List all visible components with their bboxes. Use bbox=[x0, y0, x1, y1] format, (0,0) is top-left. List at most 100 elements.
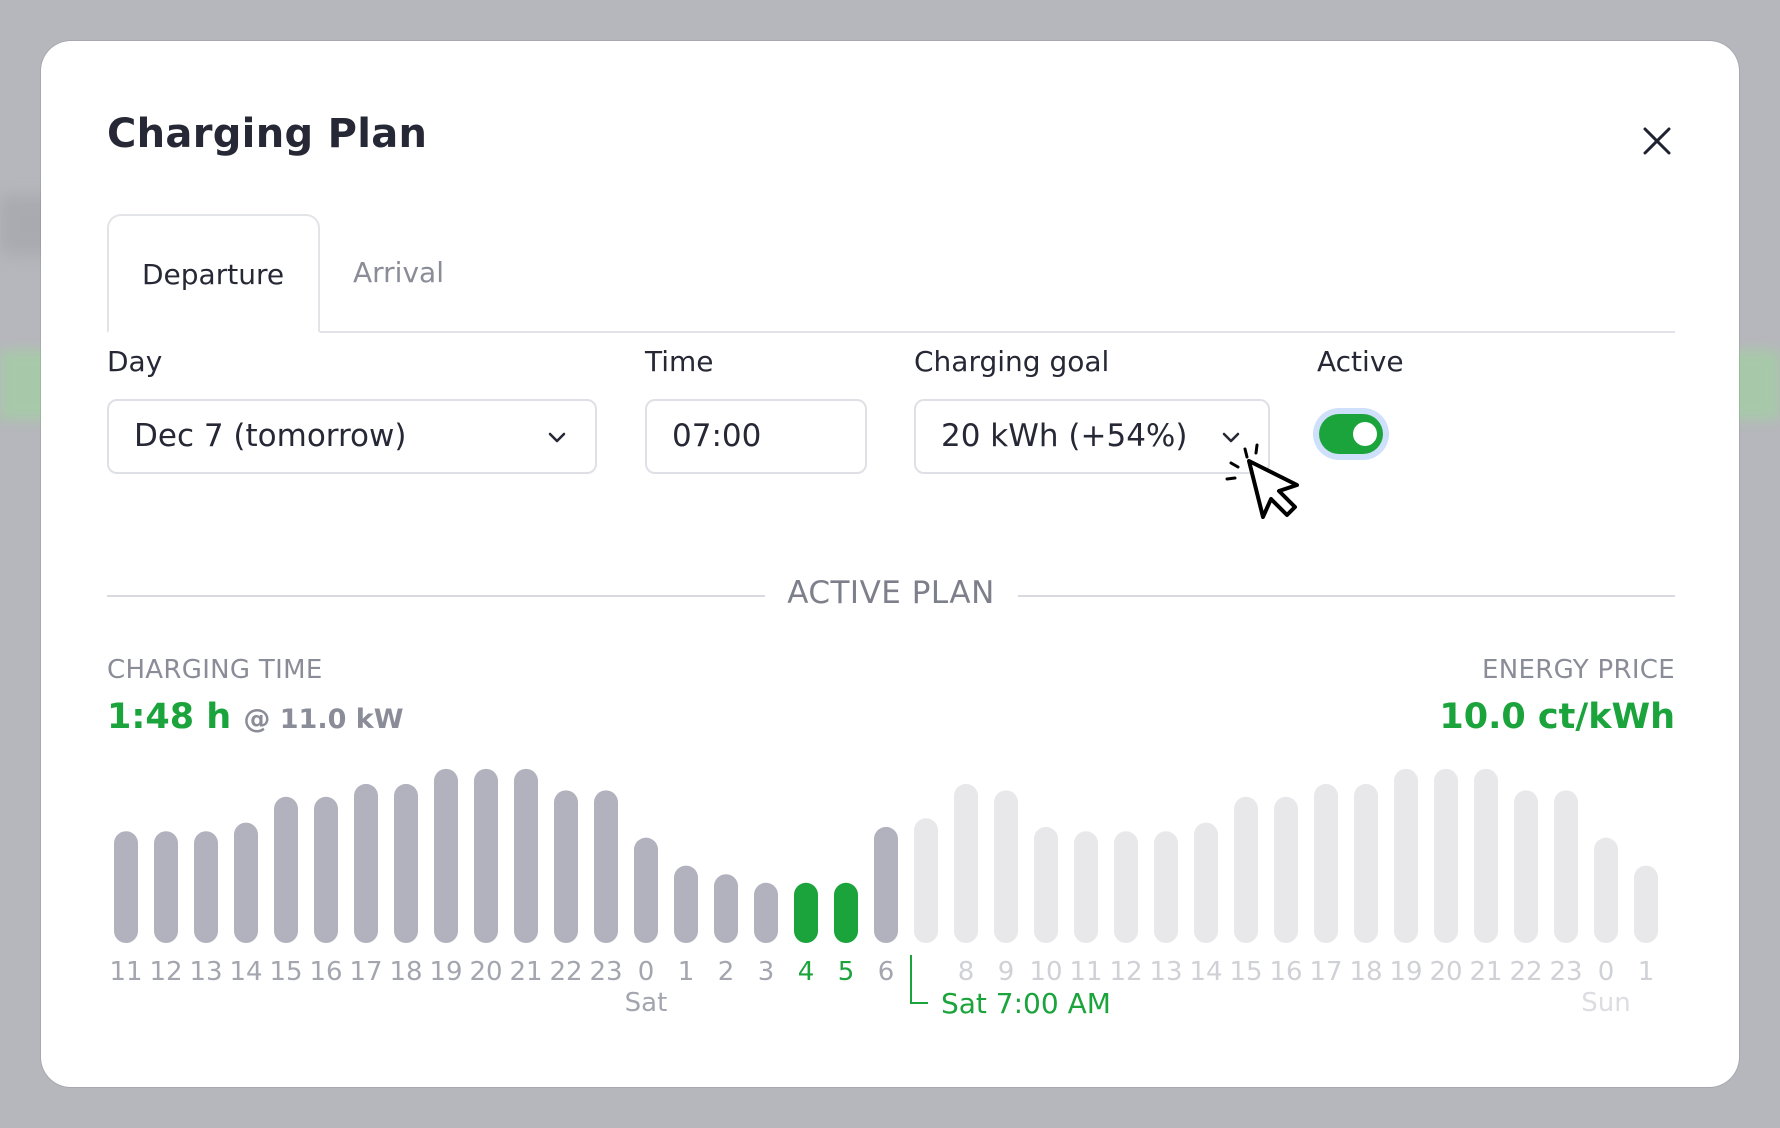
price-bar[interactable] bbox=[154, 831, 178, 943]
hour-tick-label: 22 bbox=[549, 957, 582, 987]
price-bar[interactable] bbox=[354, 783, 378, 943]
price-bar[interactable] bbox=[754, 882, 778, 943]
price-bar[interactable] bbox=[114, 831, 138, 943]
price-bar[interactable] bbox=[234, 822, 258, 943]
price-bar[interactable] bbox=[274, 796, 298, 943]
price-bar[interactable] bbox=[1194, 822, 1218, 943]
price-bar[interactable] bbox=[434, 768, 458, 943]
hour-tick-label: 0 bbox=[1598, 957, 1615, 987]
hour-tick-label: 13 bbox=[189, 957, 222, 987]
price-bar[interactable] bbox=[834, 882, 858, 943]
charging-time-value: 1:48 h @ 11.0 kW bbox=[107, 697, 404, 737]
hour-tick-label: 20 bbox=[1429, 957, 1462, 987]
hour-tick-label: 9 bbox=[998, 957, 1015, 987]
hour-tick-label: 22 bbox=[1509, 957, 1542, 987]
price-bar[interactable] bbox=[1114, 831, 1138, 943]
hour-tick-label: 17 bbox=[1309, 957, 1342, 987]
price-bar[interactable] bbox=[594, 790, 618, 943]
charging-power: @ 11.0 kW bbox=[243, 704, 404, 735]
energy-price-label: ENERGY PRICE bbox=[1482, 655, 1675, 685]
price-bar[interactable] bbox=[1034, 826, 1058, 943]
hour-tick-label: 5 bbox=[838, 957, 855, 987]
charging-goal-value: 20 kWh (+54%) bbox=[941, 418, 1188, 454]
charging-plan-modal: Charging Plan Departure Arrival Day Dec … bbox=[41, 41, 1739, 1087]
day-value: Dec 7 (tomorrow) bbox=[134, 418, 407, 454]
price-bar[interactable] bbox=[1514, 790, 1538, 943]
price-bar[interactable] bbox=[994, 790, 1018, 943]
price-bar[interactable] bbox=[914, 818, 938, 943]
time-value: 07:00 bbox=[672, 418, 762, 454]
price-bar[interactable] bbox=[514, 768, 538, 943]
day-label: Day bbox=[107, 345, 163, 378]
price-bar[interactable] bbox=[194, 831, 218, 943]
price-bar[interactable] bbox=[1594, 837, 1618, 943]
tab-arrival[interactable]: Arrival bbox=[320, 214, 477, 333]
price-bar[interactable] bbox=[1434, 768, 1458, 943]
departure-marker-label: Sat 7:00 AM bbox=[941, 987, 1111, 1020]
hour-tick-label: 3 bbox=[758, 957, 775, 987]
hour-tick-label: 23 bbox=[1549, 957, 1582, 987]
toggle-track bbox=[1319, 414, 1383, 454]
day-label: Sat bbox=[625, 988, 668, 1018]
day-label: Sun bbox=[1581, 988, 1630, 1018]
price-bar[interactable] bbox=[314, 796, 338, 943]
active-toggle[interactable] bbox=[1313, 408, 1389, 460]
tab-departure[interactable]: Departure bbox=[107, 214, 320, 333]
pointer-cursor-icon bbox=[1225, 443, 1299, 519]
hour-tick-label: 12 bbox=[149, 957, 182, 987]
hour-tick-label: 2 bbox=[718, 957, 735, 987]
hour-tick-label: 18 bbox=[389, 957, 422, 987]
active-plan-heading: ACTIVE PLAN bbox=[787, 575, 995, 611]
hour-tick-label: 14 bbox=[229, 957, 262, 987]
price-bar[interactable] bbox=[394, 783, 418, 943]
hour-tick-label: 12 bbox=[1109, 957, 1142, 987]
time-label: Time bbox=[645, 345, 714, 378]
active-label: Active bbox=[1317, 345, 1404, 378]
tab-bar: Departure Arrival bbox=[107, 214, 1675, 333]
price-bar[interactable] bbox=[634, 837, 658, 943]
hour-tick-label: 21 bbox=[509, 957, 542, 987]
price-bar[interactable] bbox=[714, 874, 738, 943]
price-bar[interactable] bbox=[1474, 768, 1498, 943]
active-plan-divider: ACTIVE PLAN bbox=[107, 575, 1675, 615]
price-bar[interactable] bbox=[474, 768, 498, 943]
hour-tick-label: 11 bbox=[109, 957, 142, 987]
charging-goal-label: Charging goal bbox=[914, 345, 1110, 378]
hour-tick-label: 1 bbox=[678, 957, 695, 987]
hour-tick-label: 16 bbox=[309, 957, 342, 987]
price-bar[interactable] bbox=[1234, 796, 1258, 943]
close-button[interactable] bbox=[1632, 116, 1682, 166]
price-bar[interactable] bbox=[954, 783, 978, 943]
price-bar[interactable] bbox=[874, 826, 898, 943]
hour-tick-label: 4 bbox=[798, 957, 815, 987]
price-bar[interactable] bbox=[1274, 796, 1298, 943]
price-bar[interactable] bbox=[674, 865, 698, 943]
hour-tick-label: 0 bbox=[638, 957, 655, 987]
price-bar[interactable] bbox=[1554, 790, 1578, 943]
hour-tick-label: 15 bbox=[269, 957, 302, 987]
price-bar-chart: 11 12 13 14 15 16 17 18 19 20 21 22 23 0 1 2 3 4 5 6 8 9 10 11 1… bbox=[109, 768, 1658, 1020]
price-bar[interactable] bbox=[1394, 768, 1418, 943]
chevron-down-icon bbox=[548, 432, 566, 443]
price-bar[interactable] bbox=[1314, 783, 1338, 943]
hour-tick-label: 19 bbox=[1389, 957, 1422, 987]
close-icon bbox=[1643, 127, 1671, 155]
toggle-knob bbox=[1353, 422, 1377, 446]
price-bar[interactable] bbox=[1634, 865, 1658, 943]
departure-marker-line bbox=[910, 955, 928, 1004]
hour-tick-label: 23 bbox=[589, 957, 622, 987]
price-bar[interactable] bbox=[1354, 783, 1378, 943]
hour-tick-label: 1 bbox=[1638, 957, 1655, 987]
hour-tick-label: 18 bbox=[1349, 957, 1382, 987]
time-input[interactable]: 07:00 bbox=[645, 399, 867, 474]
day-select[interactable]: Dec 7 (tomorrow) bbox=[107, 399, 597, 474]
hour-tick-label: 14 bbox=[1189, 957, 1222, 987]
hour-tick-label: 17 bbox=[349, 957, 382, 987]
hour-tick-label: 19 bbox=[429, 957, 462, 987]
price-bar[interactable] bbox=[794, 882, 818, 943]
price-bar[interactable] bbox=[1154, 831, 1178, 943]
price-bar[interactable] bbox=[554, 790, 578, 943]
hour-tick-label: 6 bbox=[878, 957, 895, 987]
price-bar[interactable] bbox=[1074, 831, 1098, 943]
hour-tick-label: 11 bbox=[1069, 957, 1102, 987]
